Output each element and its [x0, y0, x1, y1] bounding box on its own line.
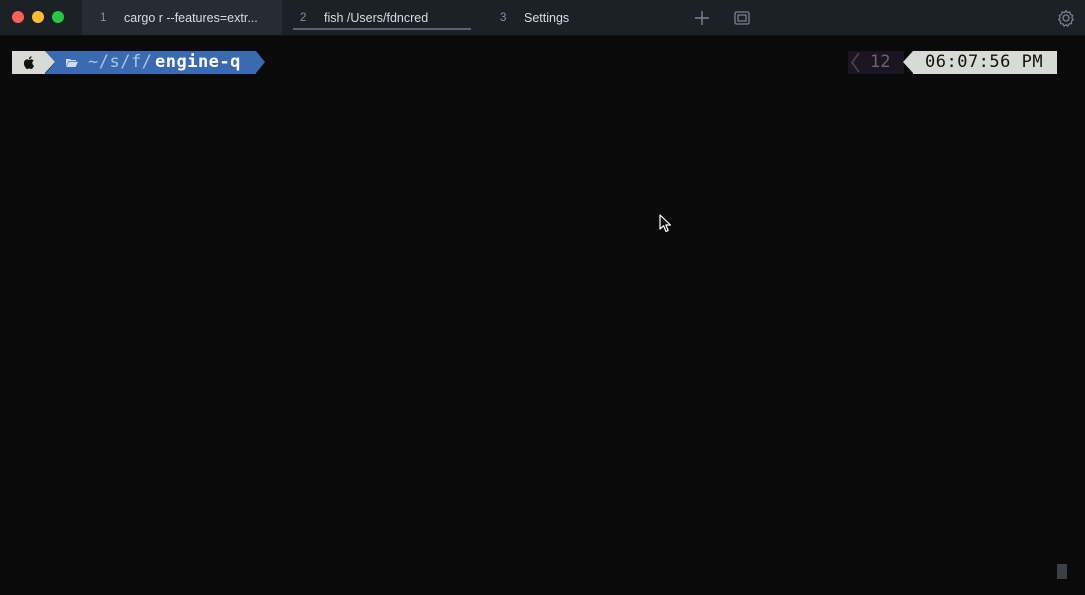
scroll-marker[interactable] [1057, 564, 1067, 579]
tab-3[interactable]: 3 Settings [482, 0, 662, 35]
tab-title: fish /Users/fdncred [324, 10, 429, 25]
tab-number: 1 [100, 11, 107, 24]
os-segment [12, 51, 45, 74]
title-bar: 1 cargo r --features=extr... 2 fish /Use… [0, 0, 1085, 36]
gear-icon[interactable] [1056, 8, 1076, 28]
tab-2[interactable]: 2 fish /Users/fdncred [282, 0, 478, 35]
chevron-left-icon [851, 52, 860, 73]
tab-number: 2 [300, 11, 307, 24]
minimize-window-button[interactable] [32, 11, 44, 23]
plus-icon[interactable] [692, 8, 712, 28]
status-value: 12 [870, 52, 891, 72]
os-segment-arrow [45, 51, 55, 73]
tab-1[interactable]: 1 cargo r --features=extr... [82, 0, 282, 35]
time-segment-arrow [903, 51, 913, 73]
tab-title: cargo r --features=extr... [124, 10, 258, 25]
close-window-button[interactable] [12, 11, 24, 23]
terminal-pane[interactable]: ~/s/f/ engine-q 12 06:07:56 PM [0, 36, 1085, 595]
tab-title: Settings [524, 10, 570, 25]
apple-icon [23, 56, 35, 69]
folder-icon [66, 59, 78, 67]
current-directory: engine-q [155, 52, 241, 72]
tab-underline [293, 28, 471, 30]
path-segment-arrow [256, 51, 265, 73]
maximize-window-button[interactable] [52, 11, 64, 23]
tab-number: 3 [500, 11, 507, 24]
clock-time: 06:07:56 PM [925, 52, 1044, 72]
path-prefix: ~/s/f/ [88, 52, 153, 72]
mouse-cursor-icon [659, 214, 672, 233]
windows-icon[interactable] [732, 8, 752, 28]
